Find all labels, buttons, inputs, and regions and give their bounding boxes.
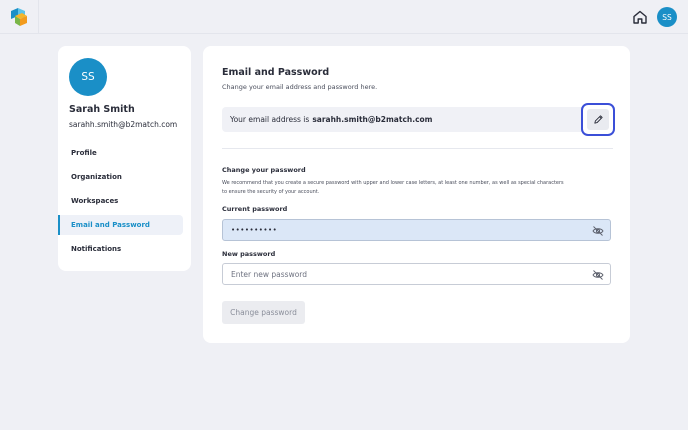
new-password-placeholder: Enter new password bbox=[231, 269, 308, 279]
email-prefix: Your email address is bbox=[230, 115, 310, 124]
current-password-value: •••••••••• bbox=[231, 226, 278, 234]
eye-off-icon[interactable] bbox=[592, 225, 604, 237]
home-icon[interactable] bbox=[632, 9, 648, 25]
current-password-label: Current password bbox=[222, 205, 288, 213]
page-title: Email and Password bbox=[222, 67, 330, 78]
current-password-input[interactable]: •••••••••• bbox=[222, 219, 611, 241]
divider bbox=[222, 148, 613, 149]
sidebar-item-profile[interactable]: Profile bbox=[58, 143, 183, 163]
page-subtitle: Change your email address and password h… bbox=[222, 83, 378, 91]
edit-email-button-bg bbox=[587, 109, 609, 130]
eye-off-icon[interactable] bbox=[592, 269, 604, 281]
new-password-label: New password bbox=[222, 250, 276, 258]
profile-sidebar: SS Sarah Smith sarahh.smith@b2match.com … bbox=[58, 46, 191, 271]
email-value: sarahh.smith@b2match.com bbox=[312, 115, 433, 124]
sidebar-item-workspaces[interactable]: Workspaces bbox=[58, 191, 183, 211]
profile-email: sarahh.smith@b2match.com bbox=[69, 120, 178, 129]
new-password-input[interactable]: Enter new password bbox=[222, 263, 611, 285]
user-avatar[interactable]: SS bbox=[657, 7, 677, 27]
change-password-button[interactable]: Change password bbox=[222, 301, 305, 324]
pencil-icon bbox=[593, 115, 603, 124]
email-password-panel: Email and Password Change your email add… bbox=[203, 46, 630, 343]
edit-email-button[interactable] bbox=[581, 103, 615, 136]
top-bar: SS bbox=[0, 0, 688, 34]
profile-name: Sarah Smith bbox=[69, 104, 135, 115]
email-display: Your email address is sarahh.smith@b2mat… bbox=[222, 107, 613, 132]
sidebar-item-organization[interactable]: Organization bbox=[58, 167, 183, 187]
change-password-description: We recommend that you create a secure pa… bbox=[222, 180, 564, 195]
change-password-title: Change your password bbox=[222, 166, 306, 174]
sidebar-item-email-and-password[interactable]: Email and Password bbox=[58, 215, 183, 235]
logo-divider bbox=[38, 0, 39, 34]
profile-avatar: SS bbox=[69, 58, 107, 96]
sidebar-item-notifications[interactable]: Notifications bbox=[58, 239, 183, 259]
b2match-logo-icon[interactable] bbox=[9, 7, 29, 27]
